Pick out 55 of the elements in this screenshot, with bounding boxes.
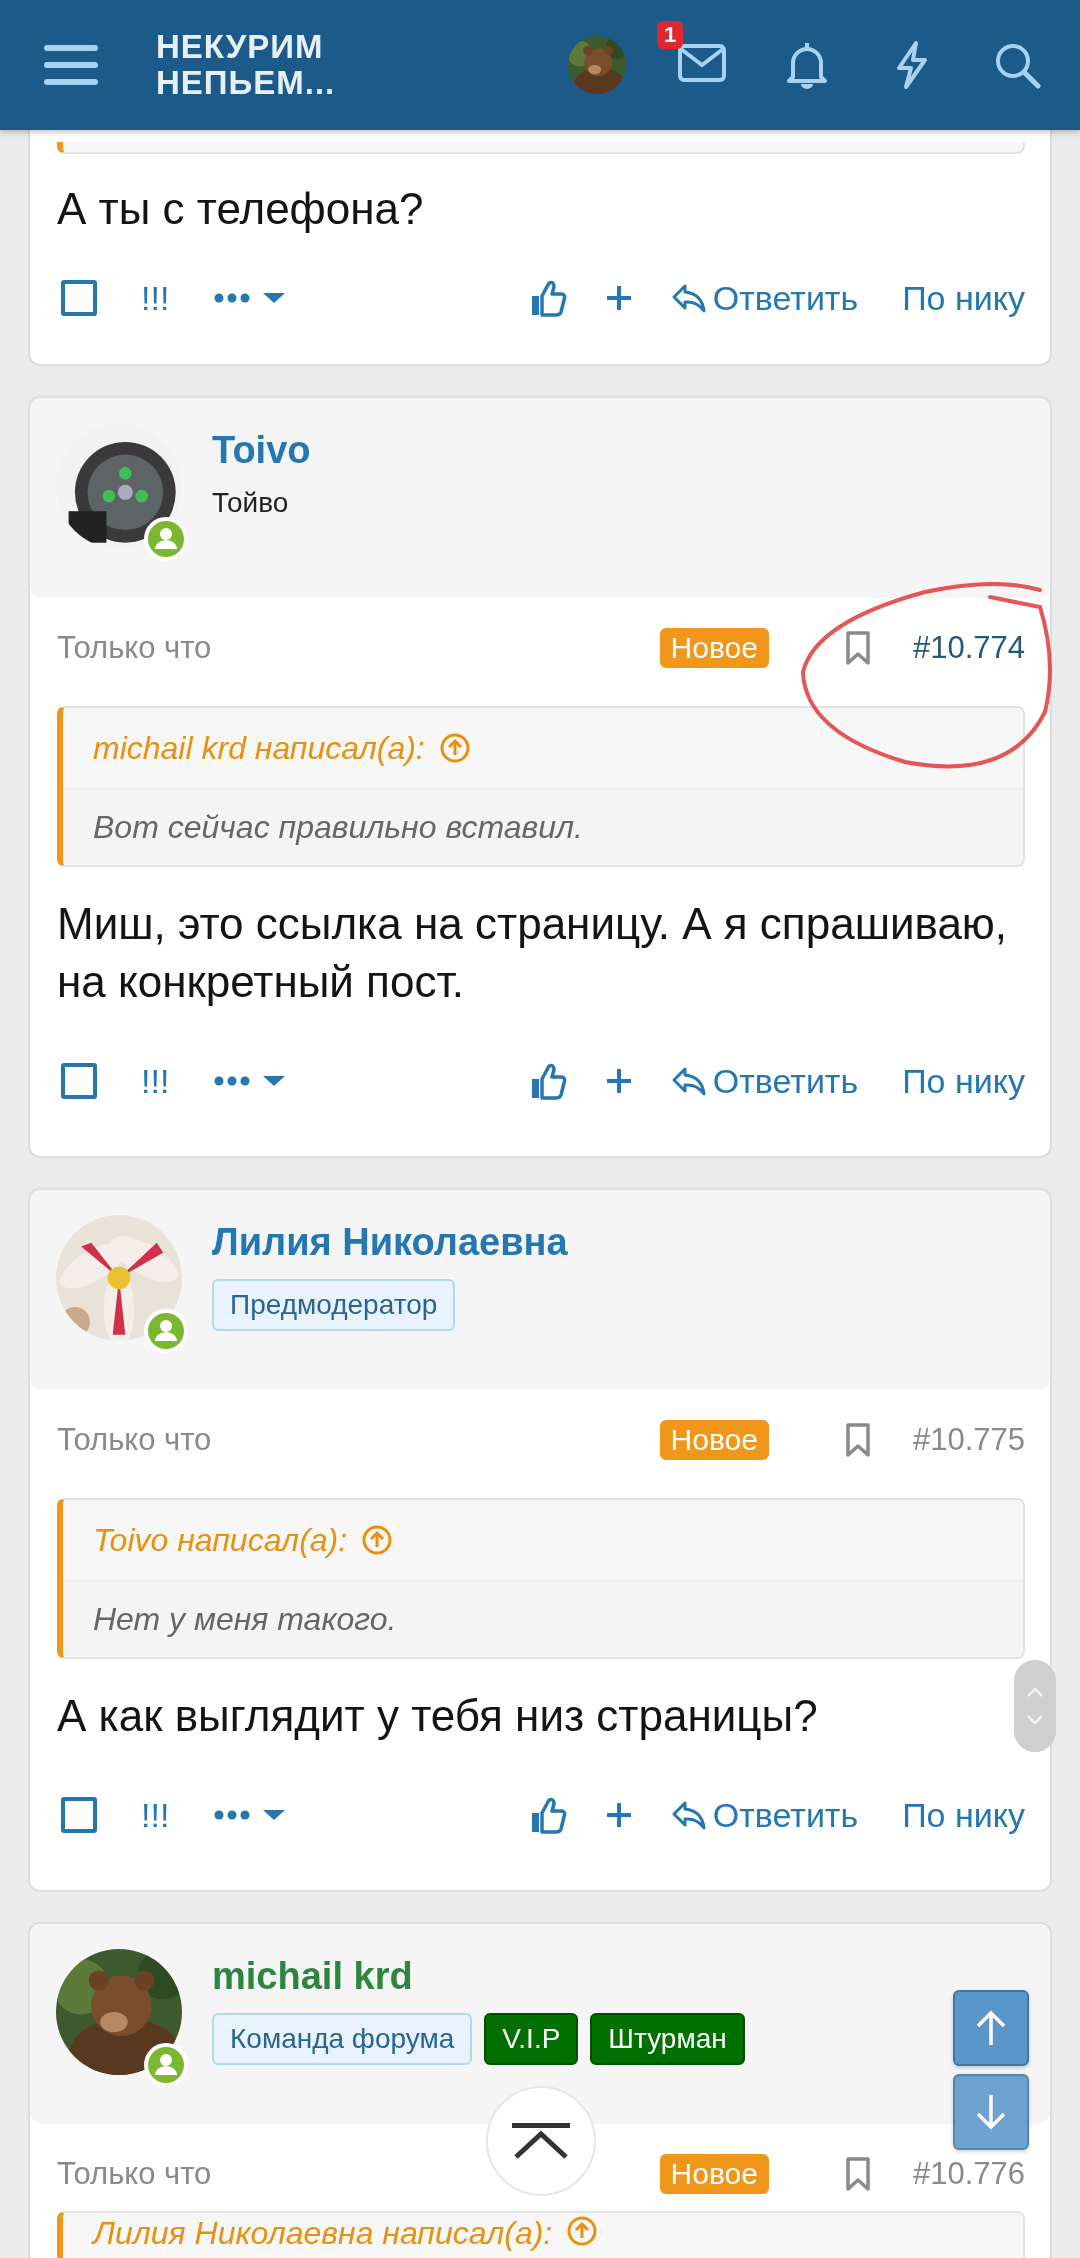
site-logo[interactable]: НЕКУРИМ НЕПЬЕМ... [156,29,336,101]
chevron-up-icon [510,2121,572,2161]
user-banner: Предмодератор [212,1279,456,1331]
plus-icon[interactable] [604,284,633,312]
post-time: Только что [57,2156,212,2192]
checkbox[interactable] [61,280,97,316]
arrow-down-icon [974,2093,1008,2131]
username-link[interactable]: Лилия Николаевна [212,1219,568,1265]
post-number-link[interactable]: #10.774 [912,630,1025,666]
notification-badge: 1 [657,21,684,49]
reply-arrow-icon [670,1065,707,1097]
bookmark-icon[interactable] [844,2156,871,2192]
post-text: Миш, это ссылка на страницу. А я спрашиваю, на конкретный пост. [57,898,1009,1008]
report-link[interactable]: !!! [141,278,170,318]
plus-icon[interactable] [604,1067,633,1095]
arrow-up-icon [974,2009,1008,2047]
search-icon[interactable] [993,41,1041,89]
quote-author: Лилия Николаевна написал(а): [93,2215,553,2252]
username-link[interactable]: Toivo [212,427,311,473]
lightning-icon[interactable] [894,40,930,90]
scroll-up-button[interactable] [953,1990,1029,2066]
new-label: Новое [659,2154,769,2194]
report-link[interactable]: !!! [141,1061,170,1101]
bookmark-icon[interactable] [844,630,871,666]
checkbox[interactable] [61,1063,97,1099]
bookmark-icon[interactable] [844,1422,871,1458]
post-time: Только что [57,630,212,666]
envelope-icon[interactable] [677,43,727,83]
quote-author: michail krd написал(а): [93,729,425,767]
new-label: Новое [659,628,769,668]
scroll-down-button[interactable] [953,2074,1029,2150]
username-link[interactable]: michail krd [212,1953,745,1999]
reply-arrow-icon [670,1799,707,1831]
user-banner: Команда форума [212,2013,473,2065]
plus-icon[interactable] [604,1801,633,1829]
user-banner: V.I.P [484,2013,579,2065]
post-number-link[interactable]: #10.776 [912,2156,1025,2192]
mention-link[interactable]: По нику [902,1795,1025,1835]
report-link[interactable]: !!! [141,1795,170,1835]
post-time: Только что [57,1422,212,1458]
post-text: А как выглядит у тебя низ страницы? [57,1690,819,1742]
bell-icon[interactable] [785,41,829,89]
reply-button[interactable]: Ответить [670,278,859,318]
user-banner: Штурман [590,2013,745,2065]
mention-link[interactable]: По нику [902,1061,1025,1101]
checkbox[interactable] [61,1797,97,1833]
post-text: А ты с телефона? [57,183,425,235]
quote-author: Toivo написал(а): [93,1521,348,1559]
reply-button[interactable]: Ответить [670,1061,859,1101]
reply-button[interactable]: Ответить [670,1795,859,1835]
new-label: Новое [659,1420,769,1460]
user-title: Тойво [212,487,290,519]
mention-link[interactable]: По нику [902,278,1025,318]
post-number-link[interactable]: #10.775 [912,1422,1025,1458]
reply-arrow-icon [670,282,707,314]
